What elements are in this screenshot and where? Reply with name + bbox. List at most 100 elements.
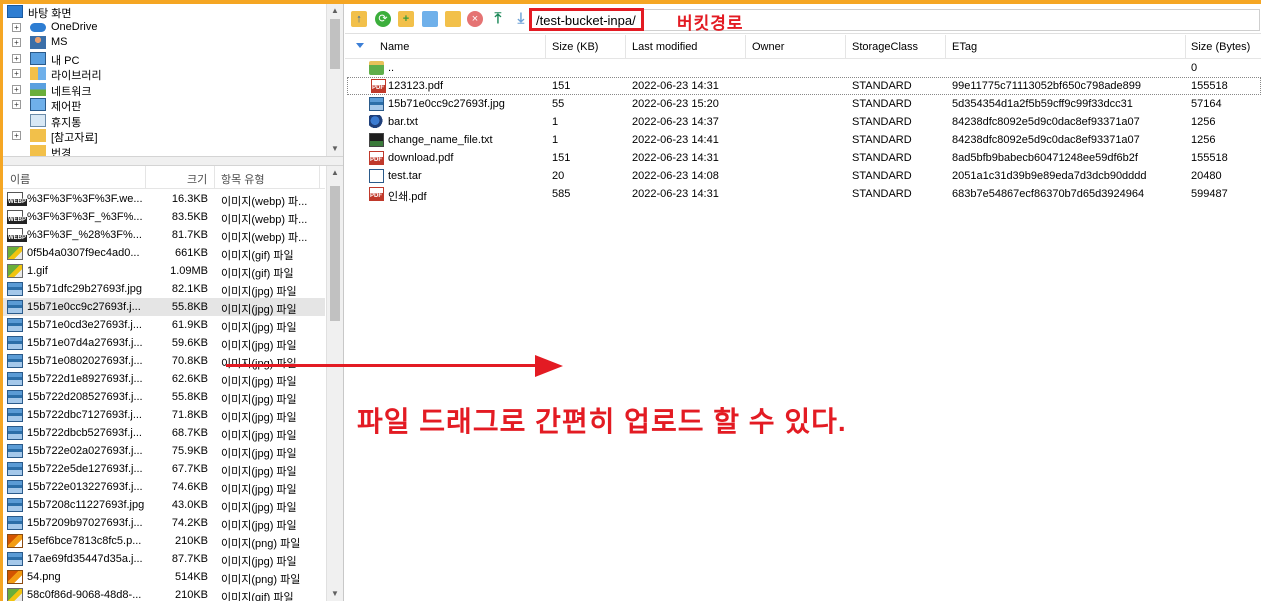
scroll-down-arrow-icon[interactable]: ▼ xyxy=(327,142,343,156)
file-type: 이미지(gif) 파일 xyxy=(221,592,294,601)
column-divider[interactable] xyxy=(319,166,320,188)
column-size-bytes[interactable]: Size (Bytes) xyxy=(1191,41,1250,53)
new-folder-icon[interactable]: + xyxy=(398,11,414,27)
gif-file-icon xyxy=(7,588,23,601)
column-size-kb[interactable]: Size (KB) xyxy=(552,41,598,53)
tree-item[interactable]: + 네트워크 xyxy=(3,82,325,98)
column-divider[interactable] xyxy=(145,166,146,188)
file-bytes: 599487 xyxy=(1191,188,1228,200)
local-file-row[interactable]: 15b71e0cd3e27693f.j... 61.9KB 이미지(jpg) 파일 xyxy=(3,316,325,334)
tree-item[interactable]: + 내 PC xyxy=(3,51,325,67)
folder-up-file-icon xyxy=(369,61,384,75)
local-file-row[interactable]: 15b722dbcb527693f.j... 68.7KB 이미지(jpg) 파일 xyxy=(3,424,325,442)
expand-toggle-icon[interactable]: + xyxy=(12,38,21,47)
local-file-row[interactable]: 15b722d208527693f.j... 55.8KB 이미지(jpg) 파일 xyxy=(3,388,325,406)
refresh-icon[interactable]: ⟳ xyxy=(375,11,391,27)
column-divider[interactable] xyxy=(945,35,946,59)
file-size: 1 xyxy=(552,134,559,146)
local-file-row[interactable]: %3F%3F%3F_%3F%... 83.5KB 이미지(webp) 파... xyxy=(3,208,325,226)
column-divider[interactable] xyxy=(625,35,626,59)
file-size: 1 xyxy=(552,116,559,128)
local-file-row[interactable]: 15b71e0802027693f.j... 70.8KB 이미지(jpg) 파일 xyxy=(3,352,325,370)
local-file-row[interactable]: %3F%3F%3F%3F.we... 16.3KB 이미지(webp) 파... xyxy=(3,190,325,208)
local-file-row[interactable]: 17ae69fd35447d35a.j... 87.7KB 이미지(jpg) 파일 xyxy=(3,550,325,568)
local-file-row[interactable]: 15ef6bce7813c8fc5.p... 210KB 이미지(png) 파일 xyxy=(3,532,325,550)
column-last-modified[interactable]: Last modified xyxy=(632,41,697,53)
file-etag: 2051a1c31d39b9e89eda7d3dcb90dddd xyxy=(952,170,1147,182)
remote-file-row[interactable]: 123123.pdf 151 2022-06-23 14:31 STANDARD 99e… xyxy=(347,77,1261,95)
column-divider[interactable] xyxy=(845,35,846,59)
local-file-row[interactable]: 1.gif 1.09MB 이미지(gif) 파일 xyxy=(3,262,325,280)
column-name[interactable]: 이름 xyxy=(10,171,30,187)
file-size: 43.0KB xyxy=(171,499,208,511)
file-size: 55.8KB xyxy=(171,391,208,403)
expand-toggle-icon[interactable]: + xyxy=(12,69,21,78)
tree-item[interactable]: 번경 xyxy=(3,144,325,156)
remote-file-row[interactable]: 인쇄.pdf 585 2022-06-23 14:31 STANDARD 683b7e5… xyxy=(345,185,1261,203)
remote-file-row[interactable]: download.pdf 151 2022-06-23 14:31 STANDARD 8… xyxy=(345,149,1261,167)
scroll-up-arrow-icon[interactable]: ▲ xyxy=(327,4,343,18)
local-file-row[interactable]: 15b7209b97027693f.j... 74.2KB 이미지(jpg) 파일 xyxy=(3,514,325,532)
file-type: 이미지(webp) 파... xyxy=(221,214,308,226)
folder-icon[interactable] xyxy=(445,11,461,27)
file-size: 68.7KB xyxy=(171,427,208,439)
local-file-row[interactable]: 15b7208c11227693f.jpg 43.0KB 이미지(jpg) 파일 xyxy=(3,496,325,514)
file-storage: STANDARD xyxy=(852,80,912,92)
tree-item[interactable]: + 제어판 xyxy=(3,97,325,113)
column-divider[interactable] xyxy=(745,35,746,59)
pane-splitter[interactable] xyxy=(3,156,343,166)
local-file-row[interactable]: 15b722dbc7127693f.j... 71.8KB 이미지(jpg) 파일 xyxy=(3,406,325,424)
upload-icon[interactable]: ⤒ xyxy=(490,11,506,27)
tree-item[interactable]: + 라이브러리 xyxy=(3,66,325,82)
column-name[interactable]: Name xyxy=(380,41,409,53)
local-file-row[interactable]: 15b722e013227693f.j... 74.6KB 이미지(jpg) 파일 xyxy=(3,478,325,496)
expand-toggle-icon[interactable]: + xyxy=(12,53,21,63)
tree-item[interactable]: + OneDrive xyxy=(3,20,325,36)
local-list-scrollbar[interactable]: ▲ ▼ xyxy=(326,166,343,601)
local-file-row[interactable]: 15b71e07d4a27693f.j... 59.6KB 이미지(jpg) 파일 xyxy=(3,334,325,352)
download-icon[interactable]: ⤓ xyxy=(513,11,529,27)
scroll-thumb[interactable] xyxy=(330,186,340,321)
column-owner[interactable]: Owner xyxy=(752,41,784,53)
column-storage-class[interactable]: StorageClass xyxy=(852,41,918,53)
remote-file-row[interactable]: change_name_file.txt 1 2022-06-23 14:41 STA… xyxy=(345,131,1261,149)
local-file-row[interactable]: 15b722e02a027693f.j... 75.9KB 이미지(jpg) 파일 xyxy=(3,442,325,460)
local-file-row[interactable]: 15b722e5de127693f.j... 67.7KB 이미지(jpg) 파일 xyxy=(3,460,325,478)
delete-icon[interactable]: × xyxy=(467,11,483,27)
file-name: 15b722d1e8927693f.j... xyxy=(27,373,143,385)
local-file-row[interactable]: 15b722d1e8927693f.j... 62.6KB 이미지(jpg) 파일 xyxy=(3,370,325,388)
sort-desc-icon[interactable] xyxy=(356,43,364,48)
expand-toggle-icon[interactable]: + xyxy=(12,22,21,32)
column-type[interactable]: 항목 유형 xyxy=(221,171,265,187)
local-file-row[interactable]: 54.png 514KB 이미지(png) 파일 xyxy=(3,568,325,586)
tree-item[interactable]: + MS xyxy=(3,35,325,51)
scroll-down-arrow-icon[interactable]: ▼ xyxy=(327,587,343,601)
remote-file-row[interactable]: bar.txt 1 2022-06-23 14:37 STANDARD 84238dfc… xyxy=(345,113,1261,131)
file-type: 이미지(jpg) 파일 xyxy=(221,430,297,442)
scroll-up-arrow-icon[interactable]: ▲ xyxy=(327,166,343,180)
scroll-thumb[interactable] xyxy=(330,19,340,69)
tree-item[interactable]: + [참고자료] xyxy=(3,128,325,144)
local-file-row[interactable]: 15b71dfc29b27693f.jpg 82.1KB 이미지(jpg) 파일 xyxy=(3,280,325,298)
local-file-row[interactable]: %3F%3F_%28%3F%... 81.7KB 이미지(webp) 파... xyxy=(3,226,325,244)
back-icon[interactable]: ↑ xyxy=(351,11,367,27)
local-file-row[interactable]: 0f5b4a0307f9ec4ad0... 661KB 이미지(gif) 파일 xyxy=(3,244,325,262)
new-file-icon[interactable] xyxy=(422,11,438,27)
column-size[interactable]: 크기 xyxy=(187,171,207,187)
tree-item[interactable]: 휴지통 xyxy=(3,113,325,129)
column-divider[interactable] xyxy=(1185,35,1186,59)
local-file-row[interactable]: 58c0f86d-9068-48d8-... 210KB 이미지(gif) 파일 xyxy=(3,586,325,601)
column-divider[interactable] xyxy=(545,35,546,59)
remote-file-row[interactable]: .. 0 xyxy=(345,59,1261,77)
expand-toggle-icon[interactable]: + xyxy=(12,84,21,94)
network-icon xyxy=(30,82,46,96)
column-etag[interactable]: ETag xyxy=(952,41,977,53)
tree-scrollbar[interactable]: ▲ ▼ xyxy=(326,4,343,156)
tree-item[interactable]: 바탕 화면 xyxy=(3,4,325,20)
remote-file-row[interactable]: test.tar 20 2022-06-23 14:08 STANDARD 2051a1… xyxy=(345,167,1261,185)
column-divider[interactable] xyxy=(214,166,215,188)
remote-file-row[interactable]: 15b71e0cc9c27693f.jpg 55 2022-06-23 15:20 S… xyxy=(345,95,1261,113)
local-file-row[interactable]: 15b71e0cc9c27693f.j... 55.8KB 이미지(jpg) 파일 xyxy=(3,298,325,316)
expand-toggle-icon[interactable]: + xyxy=(12,100,21,109)
expand-toggle-icon[interactable]: + xyxy=(12,131,21,140)
